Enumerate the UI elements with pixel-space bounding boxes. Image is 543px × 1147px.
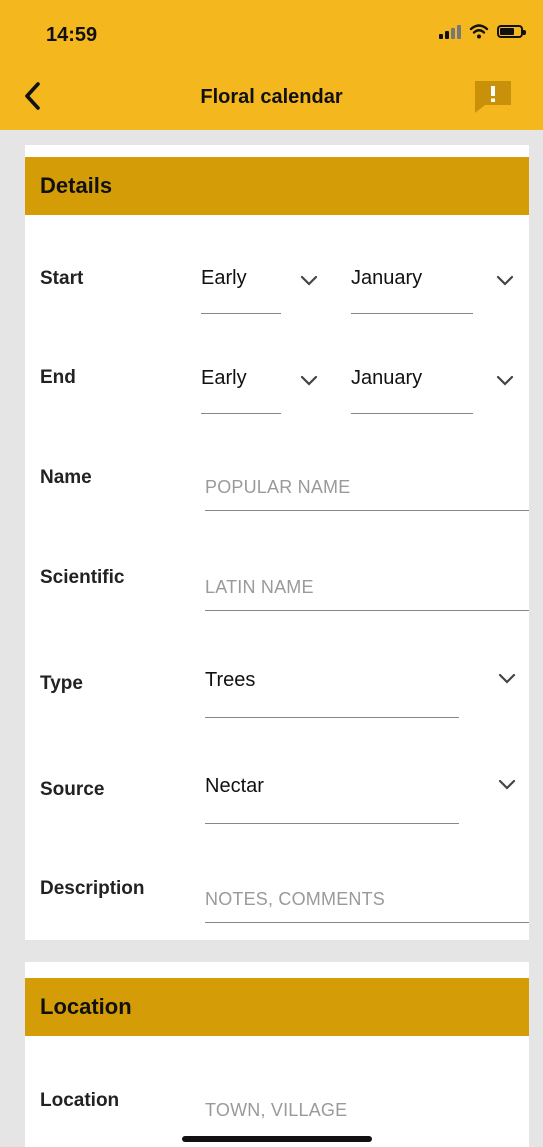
source-label: Source bbox=[40, 779, 105, 800]
source-underline bbox=[205, 823, 459, 824]
description-underline bbox=[205, 922, 529, 923]
start-month-underline bbox=[351, 313, 473, 314]
wifi-icon bbox=[469, 24, 489, 39]
scientific-placeholder: LATIN NAME bbox=[205, 577, 314, 597]
location-section-title: Location bbox=[40, 994, 132, 1019]
details-section-header: Details bbox=[25, 157, 529, 215]
location-input[interactable]: TOWN, VILLAGE bbox=[205, 1088, 529, 1128]
end-label: End bbox=[40, 367, 76, 388]
chevron-down-icon bbox=[496, 375, 514, 386]
end-month-value: January bbox=[351, 367, 423, 389]
type-select[interactable]: Trees bbox=[205, 657, 521, 721]
location-section-header: Location bbox=[25, 978, 529, 1036]
details-card: Details Start Early January End Early Ja… bbox=[25, 145, 529, 940]
scientific-label: Scientific bbox=[40, 567, 125, 588]
description-input[interactable]: NOTES, COMMENTS bbox=[205, 877, 529, 925]
description-placeholder: NOTES, COMMENTS bbox=[205, 889, 386, 909]
source-value: Nectar bbox=[205, 775, 264, 797]
start-period-value: Early bbox=[201, 267, 247, 289]
location-placeholder: TOWN, VILLAGE bbox=[205, 1100, 348, 1120]
description-label: Description bbox=[40, 878, 145, 899]
details-section-title: Details bbox=[40, 173, 113, 198]
scientific-input[interactable]: LATIN NAME bbox=[205, 565, 529, 613]
start-month-value: January bbox=[351, 267, 423, 289]
end-period-underline bbox=[201, 413, 281, 414]
type-underline bbox=[205, 717, 459, 718]
chevron-down-icon bbox=[498, 779, 516, 790]
scientific-underline bbox=[205, 610, 529, 611]
chevron-down-icon bbox=[498, 673, 516, 684]
signal-icon bbox=[439, 24, 461, 39]
name-placeholder: POPULAR NAME bbox=[205, 477, 351, 497]
home-indicator bbox=[182, 1136, 372, 1142]
battery-icon bbox=[497, 25, 526, 38]
chevron-down-icon bbox=[300, 375, 318, 386]
start-period-underline bbox=[201, 313, 281, 314]
start-period-select[interactable]: Early bbox=[201, 255, 321, 315]
report-issue-icon[interactable] bbox=[473, 79, 513, 115]
start-label: Start bbox=[40, 268, 84, 289]
type-label: Type bbox=[40, 673, 83, 694]
location-card: Location Location TOWN, VILLAGE bbox=[25, 962, 529, 1147]
end-month-underline bbox=[351, 413, 473, 414]
end-period-value: Early bbox=[201, 367, 247, 389]
chevron-down-icon bbox=[496, 275, 514, 286]
name-label: Name bbox=[40, 467, 92, 488]
location-label: Location bbox=[40, 1090, 120, 1111]
status-icons bbox=[439, 24, 526, 39]
source-select[interactable]: Nectar bbox=[205, 763, 521, 827]
end-month-select[interactable]: January bbox=[351, 355, 521, 415]
name-input[interactable]: POPULAR NAME bbox=[205, 465, 529, 513]
page-title: Floral calendar bbox=[200, 86, 343, 108]
end-period-select[interactable]: Early bbox=[201, 355, 321, 415]
app-header: 14:59 Floral calendar bbox=[0, 0, 543, 130]
start-month-select[interactable]: January bbox=[351, 255, 521, 315]
name-underline bbox=[205, 510, 529, 511]
chevron-down-icon bbox=[300, 275, 318, 286]
status-time: 14:59 bbox=[46, 24, 98, 46]
type-value: Trees bbox=[205, 669, 256, 691]
